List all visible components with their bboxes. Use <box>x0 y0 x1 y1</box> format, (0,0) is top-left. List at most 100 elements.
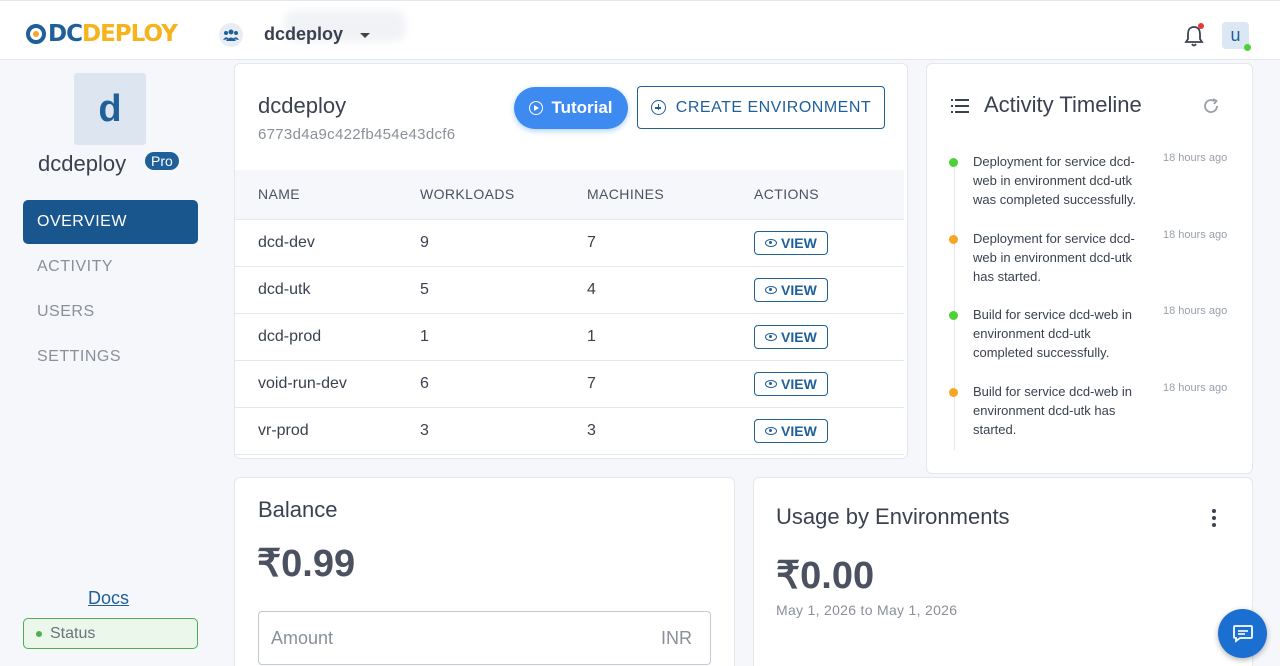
env-workloads: 9 <box>397 219 564 267</box>
sidebar: d dcdeploy Pro OVERVIEW ACTIVITY USERS S… <box>0 60 220 666</box>
plan-badge: Pro <box>145 152 179 170</box>
sidebar-item-settings[interactable]: SETTINGS <box>23 335 198 379</box>
status-dot-icon <box>36 631 42 637</box>
env-workloads: 3 <box>397 407 564 455</box>
env-machines: 7 <box>564 360 731 408</box>
table-row: dcd-utk 5 4 VIEW <box>235 266 904 314</box>
environments-table: NAME WORKLOADS MACHINES ACTIONS dcd-dev … <box>235 170 904 455</box>
status-button[interactable]: Status <box>23 618 198 649</box>
timeline-text: Build for service dcd-web in environment… <box>973 307 1132 360</box>
balance-amount: ₹0.99 <box>257 543 356 585</box>
env-name: void-run-dev <box>235 360 397 408</box>
currency-suffix: INR <box>661 628 692 648</box>
sidebar-item-overview[interactable]: OVERVIEW <box>23 200 198 244</box>
env-name: vr-prod <box>235 407 397 455</box>
usage-amount: ₹0.00 <box>776 555 875 597</box>
timeline-text: Build for service dcd-web in environment… <box>973 384 1132 437</box>
amount-input[interactable]: Amount INR <box>258 611 711 665</box>
timeline-text: Deployment for service dcd-web in enviro… <box>973 154 1137 207</box>
sidebar-item-users[interactable]: USERS <box>23 290 198 334</box>
view-label: VIEW <box>781 375 817 392</box>
sidebar-nav: OVERVIEW ACTIVITY USERS SETTINGS <box>23 200 198 380</box>
activity-title: Activity Timeline <box>984 92 1142 117</box>
env-machines: 1 <box>564 313 731 361</box>
list-icon <box>951 99 969 113</box>
view-label: VIEW <box>781 328 817 345</box>
organization-id: 6773d4a9c422fb454e43dcf6 <box>258 126 456 143</box>
env-machines: 3 <box>564 407 731 455</box>
timeline-line <box>954 160 955 450</box>
view-label: VIEW <box>781 281 817 298</box>
view-button[interactable]: VIEW <box>754 418 828 443</box>
pending-dot-icon <box>949 388 958 397</box>
balance-title: Balance <box>258 497 338 522</box>
usage-title: Usage by Environments <box>776 504 1010 529</box>
timeline-text: Deployment for service dcd-web in enviro… <box>973 231 1135 284</box>
env-name: dcd-dev <box>235 219 397 267</box>
refresh-icon[interactable] <box>1202 97 1220 120</box>
org-name: dcdeploy <box>38 151 127 176</box>
play-icon <box>529 101 544 115</box>
environments-title: dcdeploy <box>258 93 347 118</box>
env-name: dcd-utk <box>235 266 397 314</box>
success-dot-icon <box>949 311 958 320</box>
top-bar: DC DEPLOY dcdeploy u <box>0 0 1280 60</box>
column-header-machines: MACHINES <box>564 170 731 220</box>
online-indicator <box>1244 44 1251 51</box>
view-button[interactable]: VIEW <box>754 277 828 302</box>
env-workloads: 6 <box>397 360 564 408</box>
usage-date-range: May 1, 2026 to May 1, 2026 <box>776 602 958 618</box>
create-environment-button[interactable]: CREATE ENVIRONMENT <box>637 86 885 129</box>
view-button[interactable]: VIEW <box>754 324 828 349</box>
status-label: Status <box>50 625 96 642</box>
logo-text-dc: DC <box>48 21 83 47</box>
notification-badge <box>1198 23 1204 29</box>
success-dot-icon <box>949 158 958 167</box>
eye-icon <box>765 426 777 435</box>
pending-dot-icon <box>949 235 958 244</box>
tutorial-button[interactable]: Tutorial <box>514 87 628 129</box>
usage-card: Usage by Environments ₹0.00 May 1, 2026 … <box>753 477 1253 666</box>
column-header-workloads: WORKLOADS <box>397 170 564 220</box>
timeline-time: 18 hours ago <box>1163 305 1228 317</box>
sidebar-item-activity[interactable]: ACTIVITY <box>23 245 198 289</box>
gear-logo-icon <box>26 24 46 44</box>
timeline-time: 18 hours ago <box>1163 229 1228 241</box>
chevron-down-icon[interactable] <box>360 33 370 38</box>
org-avatar: d <box>74 73 146 145</box>
create-environment-label: CREATE ENVIRONMENT <box>675 98 872 116</box>
timeline-time: 18 hours ago <box>1163 152 1228 164</box>
table-header-row: NAME WORKLOADS MACHINES ACTIONS <box>235 170 904 220</box>
eye-icon <box>765 285 777 294</box>
environments-card: dcdeploy 6773d4a9c422fb454e43dcf6 Tutori… <box>234 63 908 459</box>
eye-icon <box>765 332 777 341</box>
table-row: dcd-dev 9 7 VIEW <box>235 219 904 267</box>
chat-icon <box>1232 624 1253 643</box>
tutorial-label: Tutorial <box>551 98 613 117</box>
more-options-icon[interactable] <box>1212 509 1216 527</box>
env-machines: 4 <box>564 266 731 314</box>
table-row: void-run-dev 6 7 VIEW <box>235 360 904 408</box>
env-name: dcd-prod <box>235 313 397 361</box>
docs-link[interactable]: Docs <box>88 588 129 609</box>
plus-circle-icon <box>650 100 666 115</box>
column-header-actions: ACTIONS <box>731 170 904 220</box>
table-row: dcd-prod 1 1 VIEW <box>235 313 904 361</box>
column-header-name: NAME <box>235 170 397 220</box>
user-avatar[interactable]: u <box>1222 22 1251 51</box>
timeline-time: 18 hours ago <box>1163 382 1228 394</box>
view-label: VIEW <box>781 422 817 439</box>
table-row: vr-prod 3 3 VIEW <box>235 407 904 455</box>
chat-button[interactable] <box>1218 609 1267 658</box>
eye-icon <box>765 379 777 388</box>
dcdeploy-logo[interactable]: DC DEPLOY <box>26 21 178 47</box>
view-label: VIEW <box>781 234 817 251</box>
env-workloads: 5 <box>397 266 564 314</box>
env-workloads: 1 <box>397 313 564 361</box>
team-selector[interactable]: dcdeploy <box>264 24 343 45</box>
env-machines: 7 <box>564 219 731 267</box>
view-button[interactable]: VIEW <box>754 371 828 396</box>
activity-timeline-card: Activity Timeline Deployment for service… <box>926 63 1253 474</box>
team-icon[interactable] <box>219 23 243 47</box>
view-button[interactable]: VIEW <box>754 230 828 255</box>
